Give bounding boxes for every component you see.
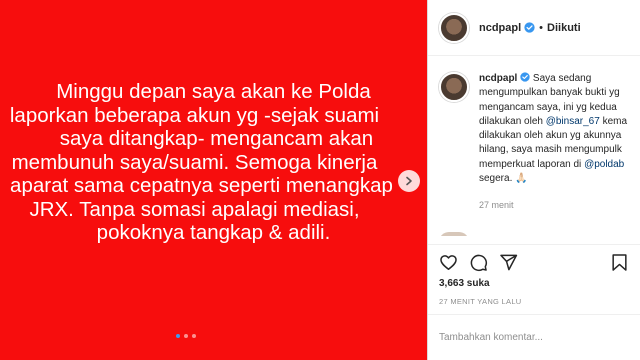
header-separator: • bbox=[539, 21, 544, 34]
verified-badge-icon bbox=[524, 22, 535, 33]
post-text-line: saya ditangkap- mengancam akan bbox=[59, 127, 374, 150]
caption-area: ncdpapl Saya sedang mengumpulkan banyak … bbox=[428, 64, 640, 236]
post-text-line: Minggu depan saya akan ke Polda bbox=[56, 80, 371, 103]
post-text-line: laporkan beberapa akun yg -sejak suami bbox=[9, 103, 380, 127]
share-button[interactable] bbox=[498, 253, 518, 273]
follow-status-button[interactable]: Diikuti bbox=[547, 22, 581, 34]
caption-avatar[interactable] bbox=[439, 72, 469, 102]
post-sidebar: ncdpapl • Diikuti ncdpapl Saya sedang me… bbox=[427, 0, 640, 360]
caption-text: hilang, saya masih mengumpulk bbox=[479, 144, 622, 156]
carousel-dot bbox=[192, 334, 196, 338]
comment-button[interactable] bbox=[468, 253, 488, 273]
heart-icon bbox=[439, 255, 457, 270]
post-header: ncdpapl • Diikuti bbox=[428, 0, 640, 56]
post-text-line: aparat sama cepatnya seperti menangkap bbox=[10, 174, 393, 197]
next-comment-avatar bbox=[439, 232, 469, 236]
avatar[interactable] bbox=[439, 12, 469, 43]
caption-text: mengancam saya, ini yg kedua bbox=[479, 101, 617, 113]
likes-count[interactable]: 3,663 suka bbox=[439, 278, 490, 289]
post-text-line: pokoknya tangkap & adili. bbox=[96, 221, 331, 244]
carousel-dot bbox=[184, 334, 188, 338]
caption-body: ncdpapl Saya sedang mengumpulkan banyak … bbox=[479, 72, 640, 213]
caption-text: Saya sedang bbox=[532, 73, 592, 84]
caption-text: dilakukan oleh akun yg akunnya bbox=[479, 130, 622, 142]
caption-text: memperkuat laporan di bbox=[479, 158, 585, 170]
post-image-text: Minggu depan saya akan ke Polda laporkan… bbox=[0, 80, 427, 245]
caption-text: segera. 🙏🏻 bbox=[479, 173, 528, 185]
caption-verified-icon bbox=[520, 72, 533, 84]
header-username[interactable]: ncdpapl bbox=[479, 22, 521, 34]
chevron-right-icon bbox=[406, 176, 412, 186]
share-icon bbox=[499, 254, 517, 271]
caption-text: mengumpulkan banyak bukti yg bbox=[479, 87, 620, 99]
carousel-dot bbox=[176, 334, 180, 338]
post-timestamp[interactable]: 27 MENIT YANG LALU bbox=[439, 297, 522, 306]
caption-text: kema bbox=[599, 115, 628, 127]
comment-box bbox=[428, 314, 640, 360]
bookmark-icon bbox=[611, 254, 627, 271]
action-bar bbox=[428, 244, 640, 280]
caption-timestamp[interactable]: 27 menit bbox=[479, 198, 640, 212]
caption-username[interactable]: ncdpapl bbox=[479, 73, 517, 84]
save-button[interactable] bbox=[609, 253, 629, 273]
caption-text: dilakukan oleh bbox=[479, 115, 546, 127]
comment-input[interactable] bbox=[439, 332, 629, 343]
mention-link[interactable]: @binsar_67 bbox=[546, 116, 600, 127]
like-button[interactable] bbox=[438, 253, 458, 273]
carousel-indicator bbox=[176, 334, 196, 338]
post-text-line: JRX. Tanpa somasi apalagi mediasi, bbox=[29, 197, 360, 221]
mention-link[interactable]: @poldab bbox=[584, 159, 624, 170]
post-image[interactable]: Minggu depan saya akan ke Polda laporkan… bbox=[0, 0, 427, 360]
caption-comment: ncdpapl Saya sedang mengumpulkan banyak … bbox=[428, 64, 640, 213]
comment-icon bbox=[470, 254, 487, 272]
carousel-next-button[interactable] bbox=[398, 170, 420, 192]
post-text-line: membunuh saya/suami. Semoga kinerja bbox=[11, 150, 378, 174]
